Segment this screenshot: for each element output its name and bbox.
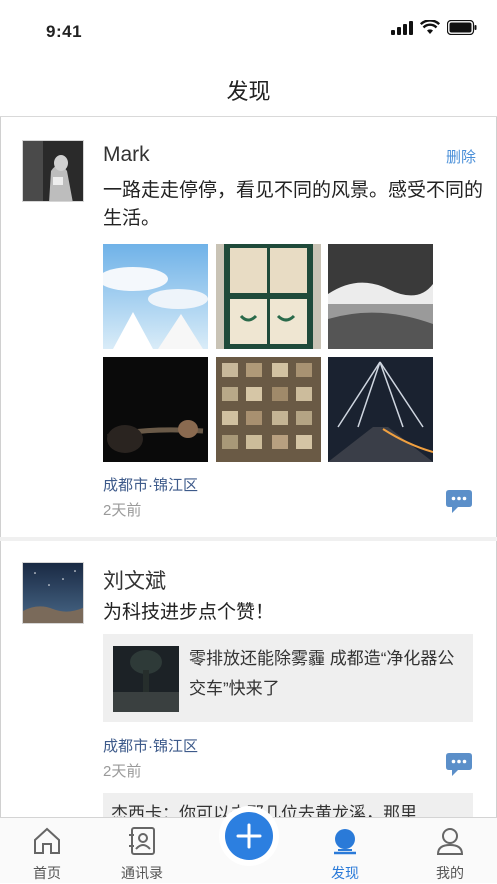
signal-icon — [391, 20, 413, 35]
profile-icon — [436, 828, 464, 855]
post-location[interactable]: 成都市·锦江区 — [103, 474, 198, 495]
tab-contacts[interactable]: 通讯录 — [97, 818, 187, 884]
photo-building[interactable] — [216, 357, 321, 462]
post-time: 2天前 — [103, 763, 142, 780]
link-title: 零排放还能除雾霾 成都造“净化器公交车”快来了 — [189, 649, 455, 698]
tab-profile[interactable]: 我的 — [405, 818, 495, 884]
plus-icon — [236, 823, 262, 849]
tab-home[interactable]: 首页 — [2, 818, 92, 884]
status-bar: 9:41 — [0, 0, 497, 60]
delete-button[interactable]: 删除 — [446, 146, 476, 167]
battery-icon — [447, 20, 477, 35]
post-text: 一路走走停停，看见不同的风景。感受不同的生活。 — [103, 180, 484, 229]
feed[interactable]: Mark 删除 一路走走停停，看见不同的风景。感受不同的生活。 成都市·锦江区 … — [0, 117, 497, 817]
tab-home-label: 首页 — [33, 865, 61, 881]
discover-icon — [334, 829, 356, 855]
post-card: Mark 删除 一路走走停停，看见不同的风景。感受不同的生活。 成都市·锦江区 … — [0, 117, 497, 537]
wifi-icon — [420, 20, 440, 34]
shared-link-card[interactable]: 零排放还能除雾霾 成都造“净化器公交车”快来了 — [103, 634, 473, 722]
link-thumbnail — [113, 646, 179, 712]
post-card: 刘文斌 为科技进步点个赞！ 零排放还能除雾霾 成都造“净化器公交车”快来了 成都… — [0, 541, 497, 817]
tab-discover-label: 发现 — [331, 865, 359, 881]
page-title: 发现 — [226, 79, 271, 104]
home-icon — [34, 827, 60, 854]
author-name[interactable]: Mark — [103, 143, 150, 167]
photo-sky[interactable] — [103, 244, 208, 349]
tab-discover[interactable]: 发现 — [300, 818, 390, 884]
tab-profile-label: 我的 — [436, 865, 464, 881]
tab-contacts-label: 通讯录 — [121, 865, 163, 881]
nav-bar: 发现 — [0, 60, 497, 117]
avatar[interactable] — [22, 140, 84, 202]
post-location[interactable]: 成都市·锦江区 — [103, 735, 198, 756]
comment-icon[interactable] — [446, 490, 472, 519]
status-time: 9:41 — [46, 22, 83, 41]
photo-landscape[interactable] — [328, 244, 433, 349]
photo-bridge[interactable] — [328, 357, 433, 462]
status-icons — [391, 20, 477, 35]
post-time: 2天前 — [103, 502, 142, 519]
add-button[interactable] — [225, 812, 273, 860]
contacts-icon — [129, 827, 155, 855]
comment-preview: 杰西卡：你可以去那几位去黄龙溪，那里 — [103, 793, 473, 817]
comment-icon[interactable] — [446, 753, 472, 782]
photo-window[interactable] — [216, 244, 321, 349]
post-text: 为科技进步点个赞！ — [103, 602, 275, 623]
author-name[interactable]: 刘文斌 — [103, 565, 166, 595]
avatar[interactable] — [22, 562, 84, 624]
photo-guitar[interactable] — [103, 357, 208, 462]
